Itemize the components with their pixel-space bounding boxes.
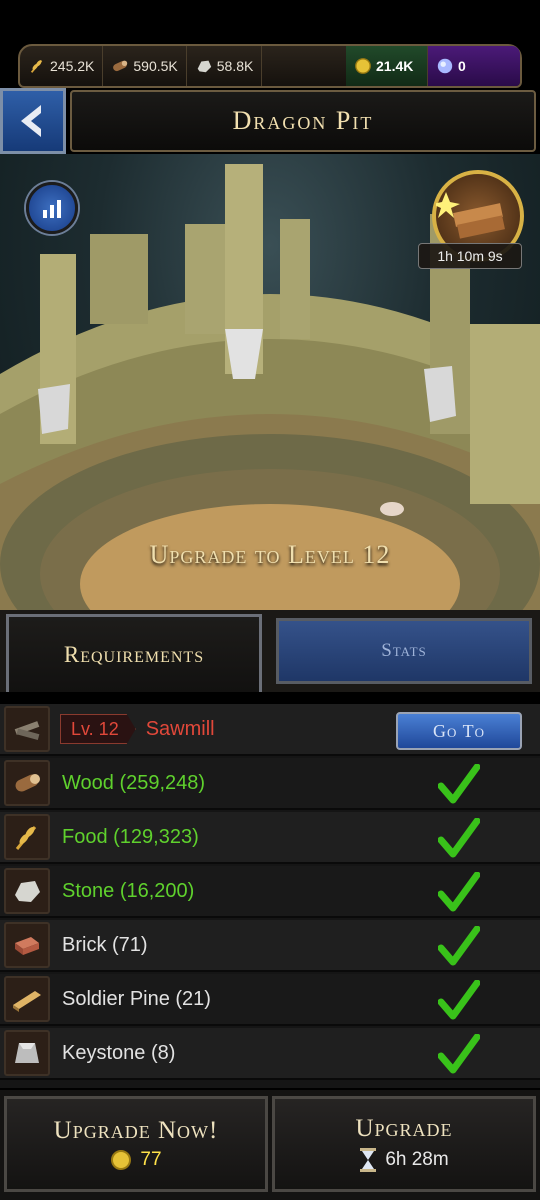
soldier-pine-icon	[4, 976, 50, 1022]
back-button[interactable]	[0, 88, 66, 154]
brick-icon	[4, 922, 50, 968]
tab-requirements[interactable]: Requirements	[6, 614, 262, 692]
wood-amount: 590.5K	[133, 58, 178, 74]
food-icon	[4, 814, 50, 860]
tab-stats-label: Stats	[381, 640, 427, 661]
checkmark-icon	[438, 1034, 480, 1074]
checkmark-icon	[438, 926, 480, 966]
upgrade-now-cost: 77	[110, 1149, 162, 1171]
sawmill-icon	[4, 706, 50, 752]
upgrade-label: Upgrade	[355, 1115, 453, 1142]
title-bar: Dragon Pit	[70, 90, 536, 152]
resource-bar: 245.2K 590.5K 58.8K 21.4K 0	[18, 44, 522, 88]
go-to-button[interactable]: Go To	[396, 712, 522, 750]
bar-chart-icon	[43, 200, 61, 218]
requirement-label: Soldier Pine (21)	[62, 987, 211, 1010]
wood-icon	[4, 760, 50, 806]
stone-icon	[197, 60, 211, 73]
stone-amount: 58.8K	[216, 58, 254, 74]
requirement-row-soldier-pine: Soldier Pine (21)	[0, 974, 540, 1026]
requirement-row-keystone: Keystone (8)	[0, 1028, 540, 1080]
back-arrow-icon	[21, 105, 41, 137]
requirement-label: Keystone (8)	[62, 1041, 176, 1064]
building-stats-button[interactable]	[26, 182, 78, 234]
requirement-row-food: Food (129,323)	[0, 812, 540, 864]
requirement-row-brick: Brick (71)	[0, 920, 540, 972]
requirement-label: Wood (259,248)	[62, 771, 206, 794]
checkmark-icon	[438, 818, 480, 858]
hourglass-icon	[360, 1148, 377, 1172]
page-title: Dragon Pit	[232, 106, 374, 135]
wood-icon	[113, 60, 128, 72]
requirements-list[interactable]: Lv. 12 Sawmill Go To Wood (259,248) Food…	[0, 704, 540, 1088]
gold-coin-icon	[355, 58, 371, 74]
requirement-label: Food (129,323)	[62, 825, 199, 848]
upgrade-timer: 1h 10m 9s	[418, 243, 522, 269]
food-resource[interactable]: 245.2K	[20, 46, 104, 86]
gem-amount: 0	[458, 58, 466, 74]
requirement-label: Stone (16,200)	[62, 879, 195, 902]
building-requirement-row: Lv. 12 Sawmill Go To	[0, 704, 540, 756]
food-amount: 245.2K	[50, 58, 95, 74]
requirement-label: Brick (71)	[62, 933, 148, 956]
requirement-row-wood: Wood (259,248)	[0, 758, 540, 810]
stone-icon	[4, 868, 50, 914]
upgrade-heading: Upgrade to Level 12	[149, 540, 391, 569]
gold-coin-icon	[111, 1150, 132, 1170]
stone-resource[interactable]: 58.8K	[187, 46, 263, 86]
wood-resource[interactable]: 590.5K	[103, 46, 187, 86]
upgrade-duration-value: 6h 28m	[385, 1149, 449, 1170]
checkmark-icon	[438, 764, 480, 804]
checkmark-icon	[438, 980, 480, 1020]
checkmark-icon	[438, 872, 480, 912]
requirement-row-stone: Stone (16,200)	[0, 866, 540, 918]
upgrade-now-cost-value: 77	[140, 1149, 162, 1170]
keystone-icon	[4, 1030, 50, 1076]
tab-stats[interactable]: Stats	[276, 618, 532, 684]
food-icon	[30, 60, 43, 73]
gem-resource[interactable]: 0	[428, 46, 520, 86]
tab-requirements-label: Requirements	[63, 641, 205, 667]
upgrade-button[interactable]: Upgrade 6h 28m	[272, 1096, 536, 1192]
gold-amount: 21.4K	[376, 58, 414, 74]
building-name: Sawmill	[145, 717, 215, 740]
gem-icon	[437, 58, 453, 74]
upgrade-now-label: Upgrade Now!	[53, 1117, 219, 1144]
go-to-label: Go To	[433, 720, 485, 741]
upgrade-duration: 6h 28m	[359, 1147, 449, 1173]
building-level-badge: Lv. 12	[60, 714, 136, 744]
upgrade-now-button[interactable]: Upgrade Now! 77	[4, 1096, 268, 1192]
gold-resource[interactable]: 21.4K	[346, 46, 428, 86]
